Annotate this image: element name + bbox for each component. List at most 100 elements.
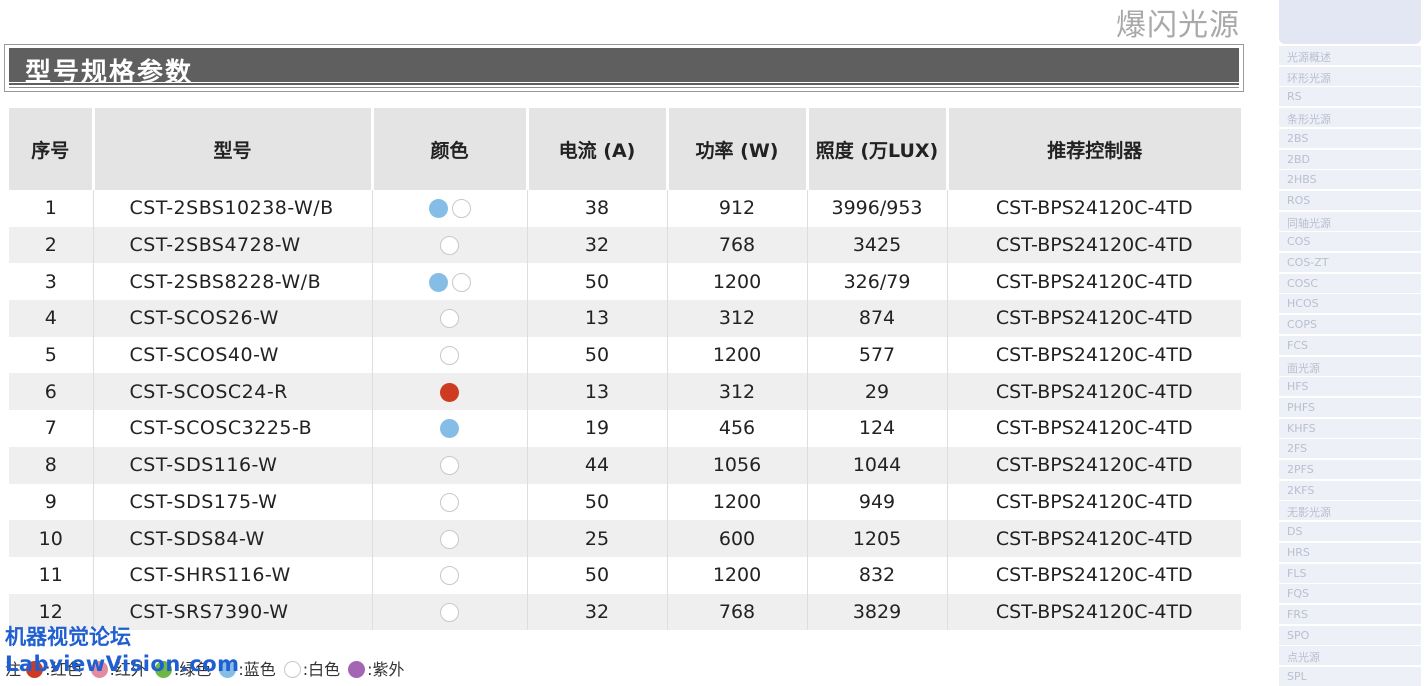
sidebar-item[interactable]: HCOS: [1279, 294, 1421, 314]
white-color-dot: [451, 199, 471, 219]
table-row: 5 CST-SCOS40-W 50 1200 577 CST-BPS24120C-4TD: [9, 336, 1241, 374]
sidebar-item-label: 2KFS: [1287, 483, 1315, 497]
sidebar-item[interactable]: 环形光源: [1279, 66, 1421, 86]
sidebar-item[interactable]: COSC: [1279, 273, 1421, 293]
sidebar-item[interactable]: 2HBS: [1279, 170, 1421, 190]
sidebar-item[interactable]: COPS: [1279, 315, 1421, 335]
cell-lux: 3996/953: [807, 190, 948, 227]
sidebar-item[interactable]: COS-ZT: [1279, 253, 1421, 272]
sidebar-item[interactable]: 2BS: [1279, 128, 1421, 148]
cell-color: [372, 446, 528, 484]
table-row: 4 CST-SCOS26-W 13 312 874 CST-BPS24120C-4TD: [9, 300, 1241, 337]
sidebar-item[interactable]: 2BD: [1279, 149, 1421, 169]
sidebar-item-label: 2PFS: [1287, 463, 1314, 476]
cell-model: CST-SDS84-W: [93, 520, 373, 557]
sidebar-item-label: 2BS: [1287, 131, 1309, 145]
sidebar-item[interactable]: 同轴光源: [1279, 211, 1421, 231]
cell-no: 3: [9, 263, 94, 301]
sidebar-item[interactable]: 光源概述: [1279, 46, 1421, 65]
cell-lux: 874: [807, 300, 948, 337]
blue-color-dot: [428, 272, 448, 292]
cell-color: [372, 226, 528, 264]
sidebar-item[interactable]: 条形光源: [1279, 108, 1421, 128]
cell-model: CST-2SBS4728-W: [93, 226, 373, 264]
table-row: 9 CST-SDS175-W 50 1200 949 CST-BPS24120C-4TD: [9, 483, 1241, 521]
sidebar-item[interactable]: 面光源: [1279, 356, 1421, 376]
cell-model: CST-SHRS116-W: [93, 556, 373, 594]
sidebar-item-label: COS: [1287, 235, 1311, 249]
table-row: 10 CST-SDS84-W 25 600 1205 CST-BPS24120C-4TD: [9, 520, 1241, 557]
cell-color: [372, 520, 528, 557]
cell-power: 312: [667, 300, 808, 337]
sidebar-item[interactable]: FLS: [1279, 563, 1421, 583]
cell-controller: CST-BPS24120C-4TD: [947, 300, 1241, 337]
cell-model: CST-2SBS8228-W/B: [93, 263, 373, 301]
legend-label: :紫外: [367, 660, 405, 679]
cell-lux: 124: [807, 410, 948, 447]
cell-current: 13: [527, 300, 668, 337]
header-power: 功率 (W): [667, 108, 809, 190]
cell-no: 5: [9, 336, 94, 374]
cell-controller: CST-BPS24120C-4TD: [947, 336, 1241, 374]
legend-item: :紫外: [348, 656, 405, 680]
sidebar-item-label: FLS: [1287, 566, 1307, 580]
sidebar-item[interactable]: DS: [1279, 522, 1421, 542]
sidebar-item[interactable]: RS: [1279, 87, 1421, 107]
cell-lux: 3425: [807, 226, 948, 264]
sidebar-item[interactable]: COS: [1279, 232, 1421, 252]
legend-label: :蓝色: [238, 660, 276, 679]
sidebar-item[interactable]: 点光源: [1279, 646, 1421, 666]
sidebar-item[interactable]: PHFS: [1279, 397, 1421, 417]
cell-power: 456: [667, 410, 808, 447]
cell-current: 38: [527, 190, 668, 227]
white-color-dot: [440, 566, 459, 586]
sidebar-item-label: PHFS: [1287, 400, 1316, 414]
cell-controller: CST-BPS24120C-4TD: [947, 410, 1241, 447]
cell-model: CST-SCOS26-W: [93, 300, 373, 337]
white-color-dot: [440, 236, 459, 256]
sidebar-item-label: 点光源: [1287, 651, 1320, 665]
cell-color: [372, 483, 528, 521]
sidebar-top-block: [1279, 0, 1421, 44]
sidebar-item[interactable]: 2FS: [1279, 439, 1421, 459]
red-color-dot: [440, 382, 459, 402]
sidebar-item[interactable]: FRS: [1279, 604, 1421, 624]
sidebar-item-label: COSC: [1287, 276, 1319, 290]
sidebar-item[interactable]: HRS: [1279, 542, 1421, 562]
cell-current: 50: [527, 336, 668, 374]
cell-lux: 832: [807, 556, 948, 594]
cell-current: 13: [527, 373, 668, 411]
sidebar-item-label: ROS: [1287, 193, 1311, 207]
cell-current: 44: [527, 446, 668, 484]
sidebar-item[interactable]: HFS: [1279, 377, 1421, 397]
cell-color: [372, 263, 528, 301]
header-no: 序号: [9, 108, 95, 190]
sidebar-item[interactable]: ROS: [1279, 190, 1421, 210]
header-controller: 推荐控制器: [947, 108, 1241, 190]
sidebar-item-label: 光源概述: [1287, 51, 1331, 64]
cell-no: 10: [9, 520, 94, 557]
sidebar-item[interactable]: FCS: [1279, 335, 1421, 355]
table-row: 6 CST-SCOSC24-R 13 312 29 CST-BPS24120C-4TD: [9, 373, 1241, 411]
cell-model: CST-SCOS40-W: [93, 336, 373, 374]
table-row: 12 CST-SRS7390-W 32 768 3829 CST-BPS24120C-4T…: [9, 593, 1241, 631]
sidebar-item[interactable]: KHFS: [1279, 418, 1421, 438]
sidebar-item[interactable]: SPL: [1279, 667, 1421, 686]
sidebar-item[interactable]: 2PFS: [1279, 460, 1421, 479]
cell-power: 1200: [667, 263, 808, 301]
watermark-site: LabviewVision.com: [5, 652, 240, 676]
sidebar-item[interactable]: 2KFS: [1279, 480, 1421, 500]
cell-lux: 949: [807, 483, 948, 521]
sidebar-item[interactable]: SPO: [1279, 625, 1421, 645]
sidebar-item[interactable]: 无影光源: [1279, 501, 1421, 521]
sidebar-item[interactable]: FQS: [1279, 584, 1421, 604]
white-color-dot: [451, 272, 471, 292]
cell-power: 312: [667, 373, 808, 411]
cell-power: 768: [667, 226, 808, 264]
cell-power: 1200: [667, 556, 808, 594]
cell-controller: CST-BPS24120C-4TD: [947, 556, 1241, 594]
cell-no: 4: [9, 300, 94, 337]
cell-controller: CST-BPS24120C-4TD: [947, 446, 1241, 484]
sidebar-item-label: FCS: [1287, 338, 1308, 352]
sidebar-item-label: 面光源: [1287, 361, 1320, 375]
